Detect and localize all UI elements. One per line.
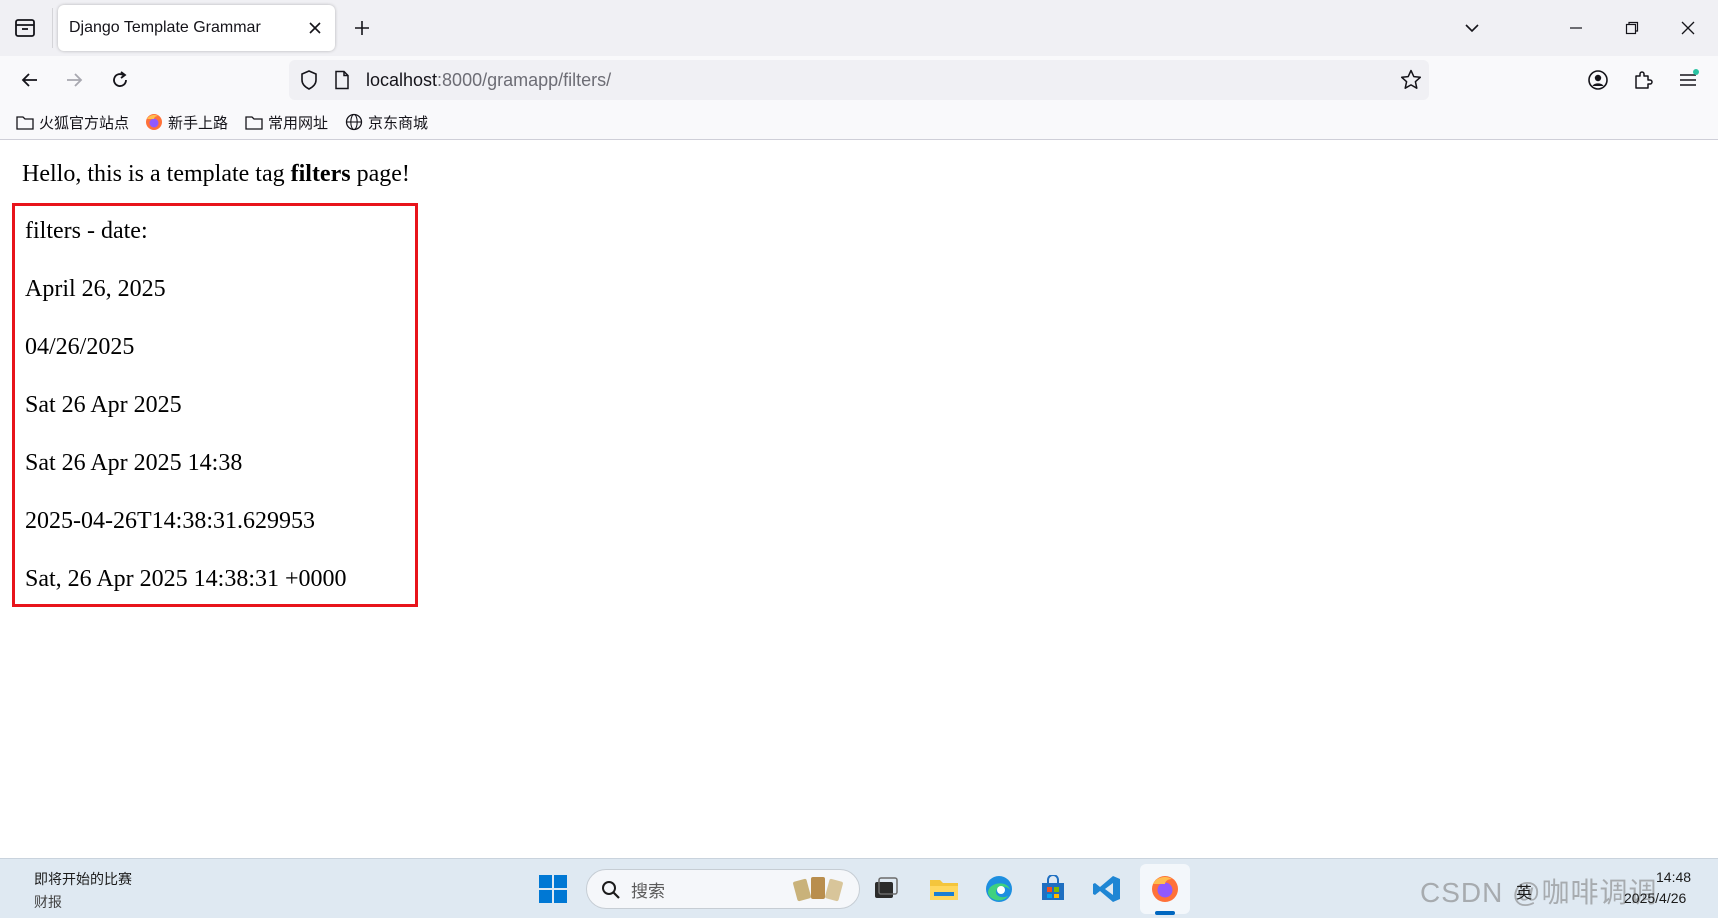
search-icon <box>602 881 620 899</box>
menu-button[interactable] <box>1670 62 1706 98</box>
restore-button[interactable] <box>1604 0 1660 56</box>
intro-text: Hello, this is a template tag filters pa… <box>22 161 410 188</box>
bookmark-jd[interactable]: 京东商城 <box>345 108 428 136</box>
date-output-line: Sat 26 Apr 2025 <box>25 392 182 418</box>
start-button[interactable] <box>533 869 573 909</box>
reload-icon <box>113 71 127 87</box>
close-window-button[interactable] <box>1660 0 1716 56</box>
hamburger-menu-icon <box>1680 69 1699 86</box>
tab-strip: Django Template Grammar <box>0 0 1718 56</box>
intro-bold-word: filters <box>290 161 351 187</box>
url-host: localhost <box>366 69 438 90</box>
search-placeholder: 搜索 <box>631 881 665 901</box>
folder-icon <box>245 116 263 130</box>
new-tab-button[interactable] <box>344 10 380 46</box>
firefox-logo-icon <box>1152 876 1178 902</box>
forward-button[interactable] <box>56 62 92 98</box>
vscode-logo-icon <box>1093 876 1120 902</box>
bookmark-getting-started[interactable]: 新手上路 <box>145 108 228 136</box>
url-text[interactable]: localhost:8000/gramapp/filters/ <box>366 60 611 100</box>
account-icon <box>1588 70 1608 90</box>
bookmark-label: 京东商城 <box>368 114 429 132</box>
arrow-left-icon <box>21 73 37 87</box>
tab-title: Django Template Grammar <box>69 19 261 36</box>
news-widget[interactable]: 即将开始的比赛 财报 <box>34 869 132 912</box>
address-bar[interactable]: localhost:8000/gramapp/filters/ <box>289 60 1429 100</box>
store-icon <box>1042 875 1064 900</box>
active-app-indicator <box>1155 911 1175 915</box>
folder-icon <box>16 116 34 130</box>
date-output-line: Sat 26 Apr 2025 14:38 <box>25 450 243 476</box>
bookmark-label: 火狐官方站点 <box>39 114 130 132</box>
minimize-button[interactable] <box>1548 0 1604 56</box>
close-icon <box>309 22 321 34</box>
edge-logo-icon <box>986 876 1012 902</box>
date-output-line: Sat, 26 Apr 2025 14:38:31 +0000 <box>25 566 347 592</box>
page-content: Hello, this is a template tag filters pa… <box>0 141 1718 858</box>
microsoft-store-button[interactable] <box>1033 869 1073 909</box>
task-view-button[interactable] <box>866 869 906 909</box>
plus-icon <box>355 21 369 35</box>
csdn-watermark: CSDN @咖啡调调 <box>1420 877 1658 908</box>
news-widget-subtitle: 财报 <box>34 894 62 910</box>
star-icon[interactable] <box>1399 68 1423 97</box>
navigation-toolbar: localhost:8000/gramapp/filters/ <box>0 56 1718 104</box>
shield-icon[interactable] <box>299 69 319 96</box>
bookmark-folder-common[interactable]: 常用网址 <box>245 108 328 136</box>
bookmark-label: 新手上路 <box>168 114 229 132</box>
url-path: :8000/gramapp/filters/ <box>437 69 612 90</box>
date-filter-highlight-box: filters - date: April 26, 2025 04/26/202… <box>12 203 418 607</box>
arrow-right-icon <box>67 73 83 87</box>
date-output-line: 2025-04-26T14:38:31.629953 <box>25 508 315 534</box>
tab-active[interactable]: Django Template Grammar <box>58 5 335 51</box>
date-output-line: April 26, 2025 <box>25 276 166 302</box>
bookmark-folder-firefox[interactable]: 火狐官方站点 <box>16 108 129 136</box>
globe-icon <box>345 113 363 131</box>
folder-icon <box>930 880 958 900</box>
taskbar-search[interactable]: 搜索 <box>586 869 860 909</box>
windows-logo-icon <box>539 875 567 903</box>
vscode-button[interactable] <box>1087 869 1127 909</box>
minimize-icon <box>1570 27 1582 29</box>
date-output-line: 04/26/2025 <box>25 334 135 360</box>
ime-indicator[interactable]: 英 <box>1516 879 1532 903</box>
bookmark-label: 常用网址 <box>268 114 329 132</box>
news-widget-title: 即将开始的比赛 <box>34 871 132 887</box>
filter-heading: filters - date: <box>25 218 148 244</box>
page-icon[interactable] <box>333 70 351 95</box>
windows-taskbar: 即将开始的比赛 财报 搜索 CSDN @咖啡调调 英 14:48 2025/4/… <box>0 858 1718 918</box>
edge-browser-button[interactable] <box>979 869 1019 909</box>
chevron-down-icon <box>1465 24 1479 33</box>
firefox-logo-icon <box>146 114 162 130</box>
tab-close-button[interactable] <box>303 16 327 40</box>
firefox-view-icon <box>15 19 35 37</box>
back-button[interactable] <box>12 62 48 98</box>
extensions-button[interactable] <box>1625 62 1661 98</box>
firefox-taskbar-button[interactable] <box>1140 864 1190 914</box>
restore-icon <box>1625 21 1639 35</box>
firefox-view-button[interactable] <box>6 10 44 46</box>
clock-time[interactable]: 14:48 <box>1656 869 1691 885</box>
tab-separator <box>52 8 53 48</box>
intro-prefix: Hello, this is a template tag <box>22 161 291 187</box>
puzzle-icon <box>1635 71 1653 89</box>
clock-date[interactable]: 2025/4/26 <box>1624 890 1686 906</box>
account-button[interactable] <box>1580 62 1616 98</box>
task-view-icon <box>875 877 898 898</box>
bookmarks-toolbar: 火狐官方站点 新手上路 常用网址 京东商城 <box>0 104 1718 140</box>
reload-button[interactable] <box>102 62 138 98</box>
search-highlight-icon <box>793 877 843 902</box>
intro-suffix: page! <box>350 161 410 187</box>
list-all-tabs-button[interactable] <box>1444 0 1500 56</box>
file-explorer-button[interactable] <box>924 869 964 909</box>
close-icon <box>1681 21 1695 35</box>
